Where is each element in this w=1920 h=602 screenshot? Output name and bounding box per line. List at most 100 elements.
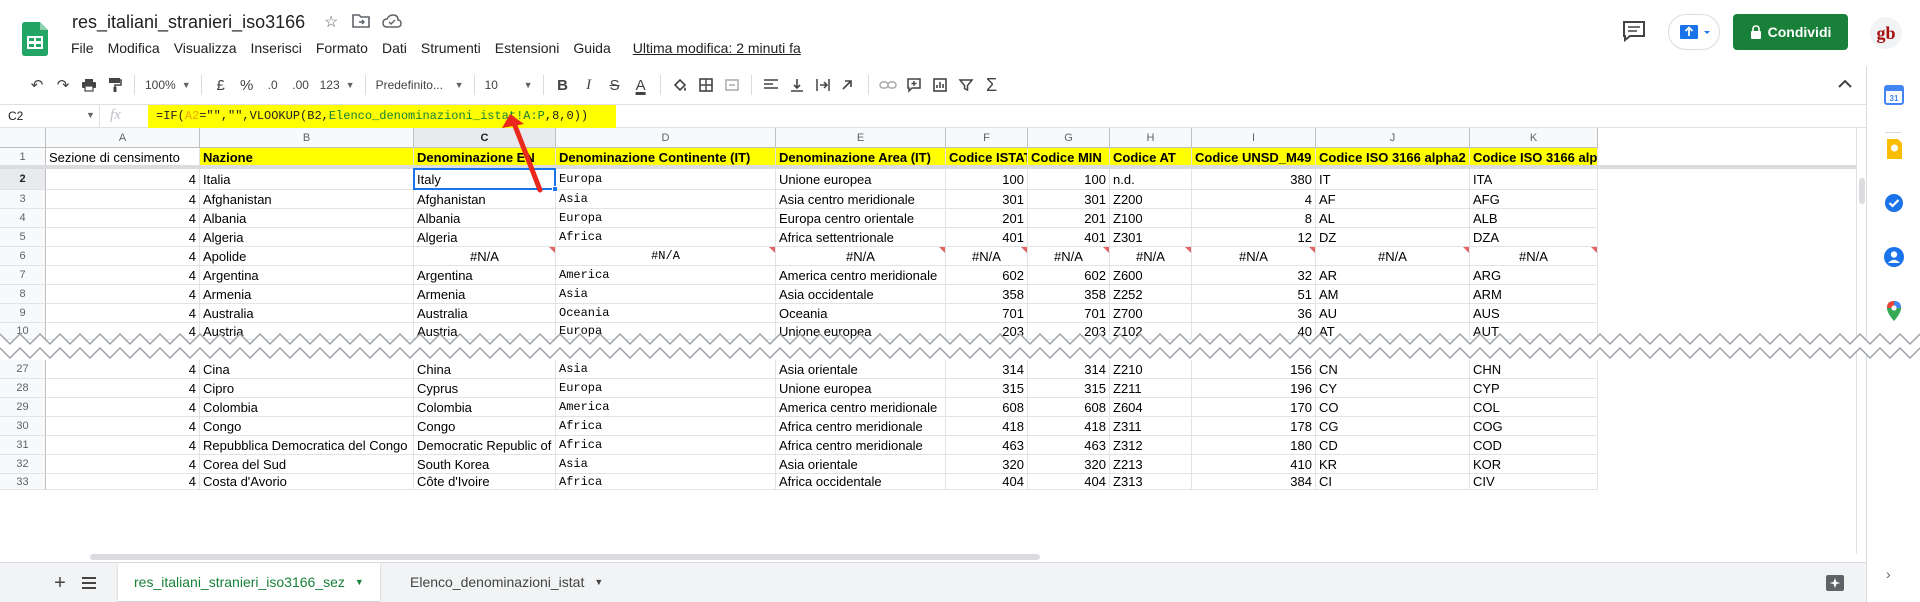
data-cell[interactable]: 178 (1192, 417, 1316, 436)
data-cell[interactable]: 301 (946, 190, 1028, 209)
data-cell[interactable]: 602 (946, 266, 1028, 285)
data-cell[interactable]: Algeria (414, 228, 556, 247)
column-header-a[interactable]: A (46, 128, 200, 148)
data-cell[interactable]: 170 (1192, 398, 1316, 417)
data-cell[interactable]: DZ (1316, 228, 1470, 247)
strikethrough-button[interactable]: S (602, 72, 628, 98)
data-cell[interactable]: Cipro (200, 379, 414, 398)
data-cell[interactable]: 51 (1192, 285, 1316, 304)
text-wrap-icon[interactable] (810, 72, 836, 98)
menu-formato[interactable]: Formato (309, 38, 375, 60)
data-cell[interactable]: 4 (46, 474, 200, 490)
data-cell[interactable]: #N/A (556, 247, 776, 266)
column-header-e[interactable]: E (776, 128, 946, 148)
data-cell[interactable]: AU (1316, 304, 1470, 323)
row-header[interactable]: 29 (0, 398, 46, 417)
data-cell[interactable]: CG (1316, 417, 1470, 436)
data-cell[interactable]: Z700 (1110, 304, 1192, 323)
data-cell[interactable]: 4 (46, 247, 200, 266)
data-cell[interactable]: 4 (46, 190, 200, 209)
data-cell[interactable]: Oceania (776, 304, 946, 323)
decrease-decimal-button[interactable]: .0 (260, 72, 286, 98)
data-cell[interactable]: 320 (946, 455, 1028, 474)
vertical-scroll-thumb[interactable] (1859, 178, 1865, 204)
data-cell[interactable]: 401 (1028, 228, 1110, 247)
error-indicator-icon[interactable] (1103, 247, 1109, 253)
share-button[interactable]: Condividi (1733, 14, 1848, 50)
data-cell[interactable]: Costa d'Avorio (200, 474, 414, 490)
data-cell[interactable]: Europa (556, 379, 776, 398)
data-cell[interactable]: #N/A (1028, 247, 1110, 266)
column-header-f[interactable]: F (946, 128, 1028, 148)
row-header[interactable]: 32 (0, 455, 46, 474)
all-sheets-icon[interactable] (80, 575, 98, 591)
error-indicator-icon[interactable] (1463, 247, 1469, 253)
data-cell[interactable]: AR (1316, 266, 1470, 285)
data-cell[interactable]: 315 (946, 379, 1028, 398)
data-cell[interactable]: 4 (46, 209, 200, 228)
column-header-k[interactable]: K (1470, 128, 1598, 148)
menu-guida[interactable]: Guida (566, 38, 617, 60)
data-cell[interactable]: Australia (200, 304, 414, 323)
column-header-d[interactable]: D (556, 128, 776, 148)
data-cell[interactable]: Algeria (200, 228, 414, 247)
data-cell[interactable]: 608 (1028, 398, 1110, 417)
sheet-tab-active[interactable]: res_italiani_stranieri_iso3166_sez ▼ (118, 563, 380, 601)
data-cell[interactable]: 196 (1192, 379, 1316, 398)
data-cell[interactable]: 320 (1028, 455, 1110, 474)
data-cell[interactable]: Africa centro meridionale (776, 417, 946, 436)
data-cell[interactable]: Australia (414, 304, 556, 323)
data-cell[interactable]: Z301 (1110, 228, 1192, 247)
data-cell[interactable]: ARG (1470, 266, 1598, 285)
data-cell[interactable]: 4 (46, 398, 200, 417)
data-cell[interactable]: 410 (1192, 455, 1316, 474)
select-all-corner[interactable] (0, 128, 46, 148)
data-cell[interactable]: Armenia (200, 285, 414, 304)
data-cell[interactable]: Colombia (200, 398, 414, 417)
chevron-up-icon[interactable] (1834, 72, 1856, 98)
data-cell[interactable]: 608 (946, 398, 1028, 417)
data-cell[interactable]: Africa (556, 474, 776, 490)
row-header[interactable]: 31 (0, 436, 46, 455)
merge-cells-icon[interactable] (719, 72, 745, 98)
data-cell[interactable]: Democratic Republic of the Congo (414, 436, 556, 455)
calendar-icon[interactable]: 31 (1883, 84, 1905, 106)
sheets-logo-icon[interactable] (22, 22, 48, 56)
error-indicator-icon[interactable] (1309, 247, 1315, 253)
chevron-right-icon[interactable]: › (1886, 566, 1891, 582)
data-cell[interactable]: 404 (946, 474, 1028, 490)
menu-estensioni[interactable]: Estensioni (488, 38, 567, 60)
data-cell[interactable]: Unione europea (776, 169, 946, 190)
data-cell[interactable]: 12 (1192, 228, 1316, 247)
data-cell[interactable]: #N/A (1110, 247, 1192, 266)
maps-icon[interactable] (1883, 300, 1905, 322)
percent-button[interactable]: % (234, 72, 260, 98)
data-cell[interactable]: Asia orientale (776, 455, 946, 474)
name-box[interactable]: C2 (0, 105, 100, 127)
data-cell[interactable]: 418 (946, 417, 1028, 436)
data-cell[interactable]: #N/A (1316, 247, 1470, 266)
functions-button[interactable]: Σ (979, 72, 1005, 98)
data-cell[interactable]: AF (1316, 190, 1470, 209)
column-header-b[interactable]: B (200, 128, 414, 148)
data-cell[interactable]: Armenia (414, 285, 556, 304)
data-cell[interactable]: Asia (556, 190, 776, 209)
data-cell[interactable]: #N/A (1192, 247, 1316, 266)
user-avatar[interactable]: gb (1870, 17, 1902, 49)
data-cell[interactable]: 384 (1192, 474, 1316, 490)
data-cell[interactable]: AFG (1470, 190, 1598, 209)
data-cell[interactable]: #N/A (946, 247, 1028, 266)
data-cell[interactable]: ALB (1470, 209, 1598, 228)
data-cell[interactable]: Congo (414, 417, 556, 436)
italic-button[interactable]: I (576, 72, 602, 98)
row-header[interactable]: 8 (0, 285, 46, 304)
menu-visualizza[interactable]: Visualizza (167, 38, 244, 60)
data-cell[interactable]: 32 (1192, 266, 1316, 285)
data-cell[interactable]: Albania (414, 209, 556, 228)
data-cell[interactable]: Africa (556, 436, 776, 455)
redo-icon[interactable]: ↷ (50, 72, 76, 98)
row-header[interactable]: 30 (0, 417, 46, 436)
data-cell[interactable]: 358 (1028, 285, 1110, 304)
error-indicator-icon[interactable] (769, 247, 775, 253)
data-cell[interactable]: America centro meridionale (776, 266, 946, 285)
